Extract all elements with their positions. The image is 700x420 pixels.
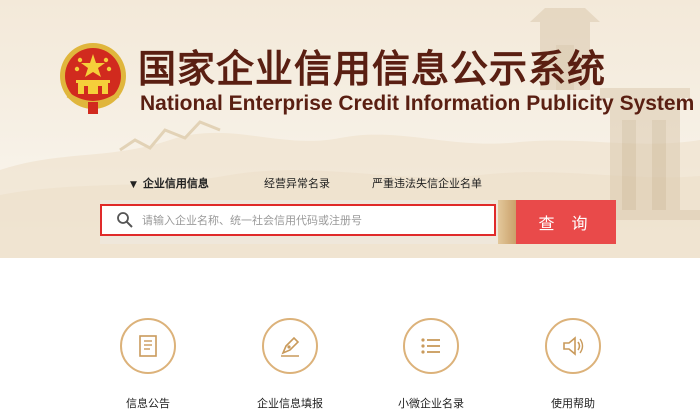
site-title-en: National Enterprise Credit Information P… — [140, 92, 695, 115]
service-label: 小微企业名录 — [398, 397, 464, 410]
tab-label: 企业信用信息 — [142, 177, 209, 190]
tab-label: 经营异常名录 — [264, 177, 330, 190]
search-field-box[interactable] — [100, 204, 496, 236]
search-icon — [117, 212, 133, 228]
tab-abnormal-operation-list[interactable]: 经营异常名录 — [264, 175, 330, 191]
service-icon-circle — [545, 318, 601, 374]
service-icon-circle — [262, 318, 318, 374]
list-icon — [421, 338, 440, 354]
search-input[interactable] — [142, 210, 482, 230]
service-label: 信息公告 — [126, 397, 170, 410]
national-emblem-icon — [60, 43, 126, 114]
speaker-icon — [563, 336, 584, 356]
tab-label: 严重违法失信企业名单 — [372, 177, 482, 190]
tab-enterprise-credit-info[interactable]: ▼ 企业信用信息 — [130, 175, 209, 191]
query-button[interactable]: 查 询 — [516, 200, 616, 244]
search-decor-divider — [498, 200, 516, 244]
service-enterprise-info-filing[interactable]: 企业信息填报 — [235, 318, 345, 411]
caret-down-icon: ▼ — [130, 180, 137, 190]
service-icon-circle — [403, 318, 459, 374]
service-info-announcement[interactable]: 信息公告 — [93, 318, 203, 411]
service-label: 企业信息填报 — [257, 397, 323, 410]
service-icon-circle — [120, 318, 176, 374]
service-usage-help[interactable]: 使用帮助 — [518, 318, 628, 411]
service-label: 使用帮助 — [551, 397, 595, 410]
site-title-cn: 国家企业信用信息公示系统 — [138, 47, 607, 91]
pen-icon — [281, 336, 300, 357]
tab-serious-violation-list[interactable]: 严重违法失信企业名单 — [372, 175, 482, 191]
document-icon — [139, 335, 157, 357]
service-small-micro-enterprise-list[interactable]: 小微企业名录 — [376, 318, 486, 411]
